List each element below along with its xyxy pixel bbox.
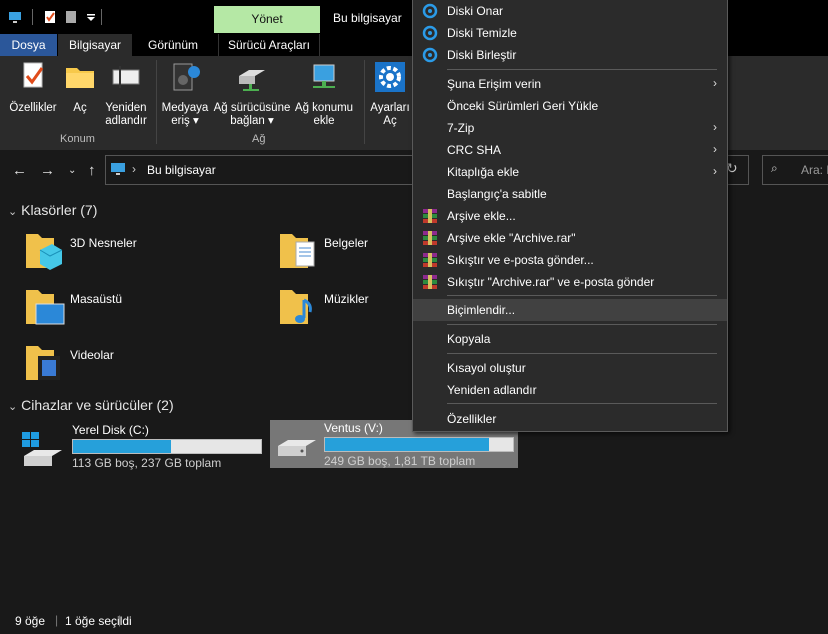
submenu-arrow-icon: › — [713, 142, 717, 156]
open-folder-icon — [66, 68, 94, 88]
submenu-arrow-icon: › — [713, 76, 717, 90]
menu-item-add-to-archive[interactable]: Arşive ekle... — [413, 205, 727, 227]
tab-manage[interactable]: Yönet — [214, 6, 320, 33]
computer-icon — [9, 12, 21, 23]
menu-item-7zip[interactable]: 7-Zip › — [413, 117, 727, 139]
settings-gear-icon — [375, 62, 405, 92]
back-arrow-icon[interactable]: ← — [12, 162, 27, 179]
menu-item-add-to-archive-rar[interactable]: Arşive ekle "Archive.rar" — [413, 227, 727, 249]
drive-item-c[interactable]: Yerel Disk (C:) 113 GB boş, 237 GB topla… — [18, 422, 266, 470]
customize-dropdown-icon[interactable] — [84, 10, 98, 24]
media-access-button[interactable]: Medyaya eriş ▾ — [160, 60, 210, 128]
drive-usage-bar — [72, 439, 262, 454]
folder-item-desktop[interactable]: Masaüstü — [24, 284, 264, 334]
winrar-icon — [423, 231, 437, 245]
drive-usage-bar — [324, 437, 514, 452]
tab-computer[interactable]: Bilgisayar — [58, 34, 132, 56]
tab-file[interactable]: Dosya — [0, 34, 57, 56]
menu-item-give-access[interactable]: Şuna Erişim verin › — [413, 73, 727, 95]
hard-drive-icon — [278, 440, 316, 456]
open-settings-button[interactable]: Ayarları Aç — [368, 60, 412, 128]
folder-item-3d-objects[interactable]: 3D Nesneler — [24, 228, 264, 278]
item-count: 9 öğe — [15, 614, 46, 628]
winrar-icon — [423, 209, 437, 223]
breadcrumb-current[interactable]: Bu bilgisayar — [147, 163, 216, 177]
folders-section-header[interactable]: ⌄ Klasörler (7) — [8, 202, 97, 218]
menu-item-compress-rar-email[interactable]: Sıkıştır "Archive.rar" ve e-posta gönder — [413, 271, 727, 293]
search-input[interactable]: ⌕ Ara: Bu — [762, 155, 828, 185]
menu-item-compress-email[interactable]: Sıkıştır ve e-posta gönder... — [413, 249, 727, 271]
menu-item-add-to-library[interactable]: Kitaplığa ekle › — [413, 161, 727, 183]
menu-item-format[interactable]: Biçimlendir... — [413, 299, 727, 321]
up-arrow-icon[interactable]: ↑ — [88, 162, 96, 179]
status-bar: 9 öğe | 1 öğe seçildi | — [0, 609, 828, 634]
search-icon: ⌕ — [771, 161, 778, 175]
desktop-folder-icon — [26, 290, 65, 325]
computer-icon — [111, 163, 125, 175]
group-label-network: Ağ — [252, 133, 266, 145]
map-network-drive-button[interactable]: Ağ sürücüsüne bağlan ▾ — [212, 60, 292, 128]
group-label-location: Konum — [60, 133, 95, 145]
properties-icon — [23, 62, 44, 88]
selected-count: 1 öğe seçildi — [65, 614, 132, 628]
menu-separator — [447, 69, 717, 70]
window-title: Bu bilgisayar — [333, 11, 402, 25]
status-divider: | — [118, 613, 122, 627]
tab-drive-tools[interactable]: Sürücü Araçları — [218, 34, 320, 56]
menu-item-create-shortcut[interactable]: Kısayol oluştur — [413, 357, 727, 379]
ribbon-separator — [156, 60, 157, 144]
recent-locations-chevron-icon[interactable]: ⌄ — [68, 165, 76, 176]
properties-button[interactable]: Özellikler — [6, 60, 60, 115]
collapse-chevron-icon[interactable]: ⌄ — [8, 206, 17, 218]
breadcrumb-separator-icon[interactable]: › — [132, 162, 136, 176]
disk-refresh-icon — [422, 47, 438, 63]
network-location-icon — [313, 64, 335, 88]
drives-section-header[interactable]: ⌄ Cihazlar ve sürücüler (2) — [8, 397, 174, 413]
collapse-chevron-icon[interactable]: ⌄ — [8, 401, 17, 413]
media-access-icon — [173, 63, 200, 91]
menu-item-restore-previous-versions[interactable]: Önceki Sürümleri Geri Yükle — [413, 95, 727, 117]
rename-button[interactable]: Yeniden adlandır — [100, 60, 152, 128]
menu-item-repair-disk[interactable]: Diski Onar — [413, 0, 727, 22]
folder-item-videos[interactable]: Videolar — [24, 340, 264, 390]
winrar-icon — [423, 253, 437, 267]
open-button[interactable]: Aç — [62, 60, 98, 115]
drive-usage-fill — [73, 440, 171, 453]
menu-item-copy[interactable]: Kopyala — [413, 328, 727, 350]
system-drive-icon — [22, 432, 62, 466]
menu-separator — [447, 295, 717, 296]
menu-separator — [447, 353, 717, 354]
3d-objects-folder-icon — [26, 234, 63, 270]
disk-refresh-icon — [422, 25, 438, 41]
ribbon-separator — [364, 60, 365, 144]
music-folder-icon — [280, 290, 312, 324]
menu-separator — [447, 324, 717, 325]
menu-item-rename[interactable]: Yeniden adlandır — [413, 379, 727, 401]
status-divider: | — [55, 613, 59, 627]
submenu-arrow-icon: › — [713, 164, 717, 178]
menu-item-pin-to-start[interactable]: Başlangıç'a sabitle — [413, 183, 727, 205]
videos-folder-icon — [26, 346, 60, 380]
winrar-icon — [423, 275, 437, 289]
tab-view[interactable]: Görünüm — [136, 34, 210, 56]
documents-folder-icon — [280, 234, 315, 268]
new-folder-quick-icon[interactable] — [64, 10, 78, 24]
map-network-drive-icon — [239, 70, 265, 91]
add-network-location-button[interactable]: Ağ konumu ekle — [292, 60, 356, 128]
menu-separator — [447, 403, 717, 404]
forward-arrow-icon[interactable]: → — [40, 162, 55, 179]
menu-item-clean-disk[interactable]: Diski Temizle — [413, 22, 727, 44]
menu-item-defragment-disk[interactable]: Diski Birleştir — [413, 44, 727, 66]
properties-quick-icon[interactable] — [43, 10, 57, 24]
drive-usage-fill — [325, 438, 489, 451]
search-placeholder: Ara: Bu — [801, 163, 828, 177]
context-menu: Diski Onar Diski Temizle Diski Birleştir… — [412, 0, 728, 432]
menu-item-crc-sha[interactable]: CRC SHA › — [413, 139, 727, 161]
submenu-arrow-icon: › — [713, 120, 717, 134]
menu-item-properties[interactable]: Özellikler — [413, 408, 727, 430]
disk-refresh-icon — [422, 3, 438, 19]
rename-icon — [112, 66, 140, 88]
